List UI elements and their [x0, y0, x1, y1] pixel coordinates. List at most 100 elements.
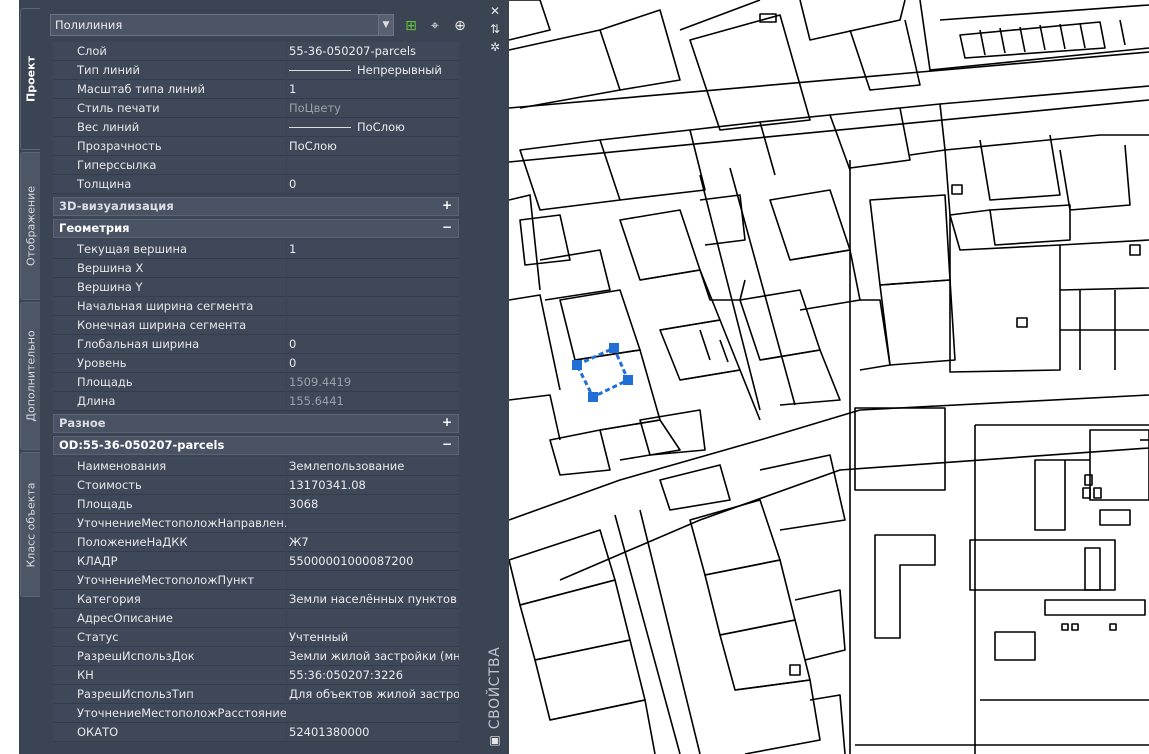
property-value[interactable]: 1509.4419 [287, 373, 459, 392]
tab-object-class[interactable]: Класс объекта [20, 452, 40, 597]
property-value[interactable]: Земли жилой застройки (мн... [287, 647, 459, 666]
property-row[interactable]: АдресОписание [53, 609, 459, 628]
property-row[interactable]: Текущая вершина 1 [53, 240, 459, 259]
property-row[interactable]: Гиперссылка [53, 156, 459, 175]
property-value[interactable]: 0 [287, 335, 459, 354]
section-header[interactable]: OD:55-36-050207-parcels − [53, 436, 459, 455]
property-value[interactable]: 155.6441 [287, 392, 459, 411]
property-value[interactable] [287, 609, 459, 628]
property-value[interactable]: 0 [287, 175, 459, 194]
property-value[interactable] [287, 514, 459, 533]
section-header[interactable]: Геометрия − [53, 219, 459, 238]
collapse-icon[interactable]: − [442, 437, 452, 451]
property-row[interactable]: Начальная ширина сегмента [53, 297, 459, 316]
property-label: АдресОписание [53, 609, 286, 628]
property-value[interactable]: 55-36-050207-parcels [287, 42, 459, 61]
property-value[interactable]: 55000001000087200 [287, 552, 459, 571]
property-row[interactable]: Глобальная ширина 0 [53, 335, 459, 354]
property-row[interactable]: Площадь 3068 [53, 495, 459, 514]
property-value[interactable] [287, 278, 459, 297]
section-title: Разное [59, 416, 106, 430]
property-row[interactable]: УточнениеМестоположРасстояние [53, 704, 459, 723]
property-row[interactable]: РазрешИспользТип Для объектов жилой застр… [53, 685, 459, 704]
property-row[interactable]: Вес линий ПоСлою [53, 118, 459, 137]
property-row[interactable]: Площадь 1509.4419 [53, 373, 459, 392]
property-row[interactable]: Стоимость 13170341.08 [53, 476, 459, 495]
property-row[interactable]: Категория Земли населённых пунктов [53, 590, 459, 609]
property-row[interactable]: Статус Учтенный [53, 628, 459, 647]
property-value[interactable]: Учтенный [287, 628, 459, 647]
toggle-pickadd-icon[interactable]: ⊕ [451, 17, 469, 35]
section-title: 3D-визуализация [59, 199, 174, 213]
property-row[interactable]: Вершина X [53, 259, 459, 278]
property-label: РазрешИспользТип [53, 685, 286, 704]
property-value[interactable] [287, 316, 459, 335]
property-value[interactable]: Землепользование [287, 457, 459, 476]
property-row[interactable]: Длина 155.6441 [53, 392, 459, 411]
property-value[interactable]: 13170341.08 [287, 476, 459, 495]
property-value[interactable]: Земли населённых пунктов [287, 590, 459, 609]
property-label: КН [53, 666, 286, 685]
property-value[interactable]: Непрерывный [287, 61, 459, 80]
property-row[interactable]: Масштаб типа линий 1 [53, 80, 459, 99]
property-value[interactable]: 0 [287, 354, 459, 373]
section-title: OD:55-36-050207-parcels [59, 438, 225, 452]
property-row[interactable]: Вершина Y [53, 278, 459, 297]
property-row[interactable]: Наименования Землепользование [53, 457, 459, 476]
property-label: Стоимость [53, 476, 286, 495]
properties-icon[interactable]: ▣ [488, 733, 502, 747]
property-row[interactable]: Прозрачность ПоСлою [53, 137, 459, 156]
property-value[interactable] [287, 704, 459, 723]
property-label: Масштаб типа линий [53, 80, 286, 99]
property-label: РазрешИспользДок [53, 647, 286, 666]
property-value[interactable]: Ж7 [287, 533, 459, 552]
property-value[interactable] [287, 156, 459, 175]
property-value[interactable]: ПоЦвету [287, 99, 459, 118]
property-row[interactable]: Стиль печати ПоЦвету [53, 99, 459, 118]
property-row[interactable]: Толщина 0 [53, 175, 459, 194]
select-objects-icon[interactable]: ⌖ [426, 17, 444, 35]
auto-hide-icon[interactable]: ⇅ [488, 22, 502, 36]
property-value[interactable]: ПоСлою [287, 137, 459, 156]
property-row[interactable]: Слой 55-36-050207-parcels [53, 42, 459, 61]
property-value[interactable]: 52401380000 [287, 723, 459, 742]
tab-object-class-label: Класс объекта [24, 481, 37, 568]
palette-title-strip: ✕ ⇅ ✲ СВОЙСТВА ▣ [481, 0, 509, 754]
property-row[interactable]: ОКАТО 52401380000 [53, 723, 459, 742]
property-value[interactable] [287, 571, 459, 590]
object-type-select[interactable]: Полилиния ▼ [50, 14, 394, 36]
property-row[interactable]: Уровень 0 [53, 354, 459, 373]
property-value[interactable]: 1 [287, 80, 459, 99]
chevron-down-icon[interactable]: ▼ [378, 15, 393, 35]
property-label: ПоложениеНаДКК [53, 533, 286, 552]
property-value[interactable]: Для объектов жилой застро... [287, 685, 459, 704]
property-value[interactable] [287, 297, 459, 316]
close-icon[interactable]: ✕ [488, 4, 502, 18]
tab-project-label: Проект [24, 56, 37, 102]
property-row[interactable]: ПоложениеНаДКК Ж7 [53, 533, 459, 552]
linetype-preview [289, 127, 351, 128]
tab-extended[interactable]: Дополнительно [20, 302, 40, 450]
property-row[interactable]: РазрешИспользДок Земли жилой застройки (м… [53, 647, 459, 666]
collapse-icon[interactable]: − [442, 220, 452, 234]
property-value[interactable]: 1 [287, 240, 459, 259]
property-value[interactable]: 55:36:050207:3226 [287, 666, 459, 685]
section-header[interactable]: 3D-визуализация + [53, 197, 459, 216]
tab-display[interactable]: Отображение [20, 152, 40, 300]
property-row[interactable]: Конечная ширина сегмента [53, 316, 459, 335]
property-row[interactable]: УточнениеМестоположНаправлен... [53, 514, 459, 533]
section-header[interactable]: Разное + [53, 414, 459, 433]
expand-icon[interactable]: + [442, 198, 452, 212]
property-row[interactable]: Тип линий Непрерывный [53, 61, 459, 80]
settings-icon[interactable]: ✲ [488, 40, 502, 54]
property-value[interactable]: 3068 [287, 495, 459, 514]
property-row[interactable]: УточнениеМестоположПункт [53, 571, 459, 590]
property-value[interactable]: ПоСлою [287, 118, 459, 137]
property-value[interactable] [287, 259, 459, 278]
property-row[interactable]: КН 55:36:050207:3226 [53, 666, 459, 685]
tab-project[interactable]: Проект [20, 8, 40, 150]
property-label: Толщина [53, 175, 286, 194]
expand-icon[interactable]: + [442, 415, 452, 429]
quick-select-icon[interactable]: ⊞ [402, 17, 420, 35]
property-row[interactable]: КЛАДР 55000001000087200 [53, 552, 459, 571]
